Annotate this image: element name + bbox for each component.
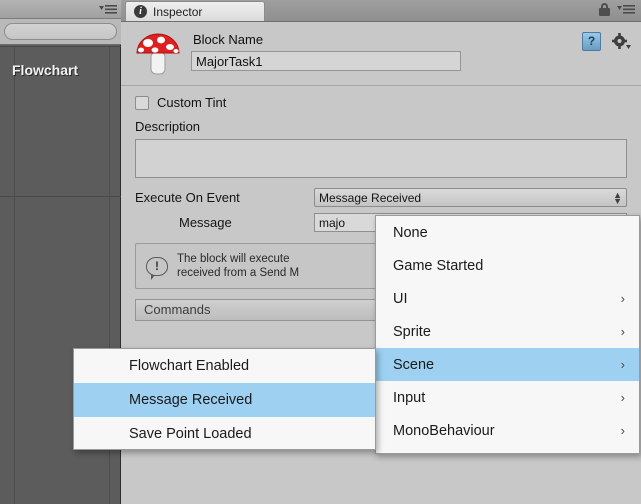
gear-icon[interactable] [611, 32, 631, 50]
event-menu-item-game-started[interactable]: Game Started [376, 249, 639, 282]
event-menu-item-scene[interactable]: Scene › [376, 348, 639, 381]
divider [0, 196, 121, 197]
info-help-text: The block will execute received from a S… [177, 252, 299, 280]
commands-label: Commands [144, 302, 211, 317]
hamburger-menu-icon[interactable] [99, 4, 117, 15]
event-menu-item-sprite[interactable]: Sprite › [376, 315, 639, 348]
event-menu-item-label: Sprite [393, 323, 431, 340]
chevron-right-icon: › [620, 291, 625, 306]
lock-icon[interactable] [599, 3, 610, 16]
chevron-right-icon: › [620, 423, 625, 438]
tab-inspector[interactable]: i Inspector [125, 1, 265, 21]
info-bubble-icon: ! [146, 256, 168, 280]
event-menu-item-label: UI [393, 290, 408, 307]
block-name-input[interactable]: MajorTask1 [191, 51, 461, 71]
scene-submenu-item-flowchart-enabled[interactable]: Flowchart Enabled [74, 349, 375, 383]
event-menu-item-label: Input [393, 389, 426, 406]
event-menu-item-ui[interactable]: UI › [376, 282, 639, 315]
description-label: Description [135, 119, 201, 134]
divider [14, 46, 15, 504]
flowchart-panel-toolbar [0, 0, 121, 19]
scene-submenu-item-label: Save Point Loaded [129, 426, 252, 442]
chevron-right-icon: › [620, 390, 625, 405]
hamburger-menu-icon[interactable] [617, 4, 635, 15]
info-help-line1: The block will execute [177, 253, 290, 265]
inspector-header: Block Name MajorTask1 ? [121, 22, 641, 86]
mushroom-icon [136, 33, 180, 75]
info-help-line2: received from a Send M [177, 267, 300, 279]
divider [0, 46, 121, 47]
custom-tint-row[interactable]: Custom Tint [135, 95, 226, 110]
chevron-right-icon: › [620, 357, 625, 372]
chevron-right-icon: › [620, 324, 625, 339]
scene-submenu-item-label: Message Received [129, 392, 253, 408]
scene-submenu-item-save-point-loaded[interactable]: Save Point Loaded [74, 417, 375, 451]
execute-on-event-menu[interactable]: None Game Started UI › Sprite › Scene › Input › Mo… [375, 215, 640, 454]
event-menu-item-monobehaviour[interactable]: MonoBehaviour › [376, 414, 639, 447]
scene-submenu-item-message-received[interactable]: Message Received [74, 383, 375, 417]
scene-submenu-item-label: Flowchart Enabled [129, 358, 250, 374]
execute-on-event-dropdown[interactable]: Message Received ▲ ▼ [314, 188, 627, 207]
message-label: Message [179, 215, 232, 230]
event-menu-item-label: None [393, 224, 428, 241]
description-textarea[interactable] [135, 139, 627, 178]
event-menu-item-input[interactable]: Input › [376, 381, 639, 414]
block-name-label: Block Name [193, 32, 264, 47]
event-menu-item-label: Scene [393, 356, 435, 373]
inspector-tabstrip-actions [599, 3, 635, 16]
inspector-tabstrip: i Inspector [121, 0, 641, 21]
custom-tint-checkbox[interactable] [135, 95, 149, 110]
execute-on-event-value: Message Received [319, 191, 422, 205]
updown-arrows-icon: ▲ ▼ [613, 190, 622, 206]
flowchart-search-bar [0, 19, 121, 45]
tab-inspector-label: Inspector [153, 4, 203, 19]
event-menu-item-label: MonoBehaviour [393, 422, 495, 439]
execute-on-event-label: Execute On Event [135, 190, 240, 205]
event-menu-item-label: Game Started [393, 257, 484, 274]
event-menu-item-none[interactable]: None [376, 216, 639, 249]
scene-submenu[interactable]: Flowchart Enabled Message Received Save Po… [73, 348, 376, 450]
custom-tint-label: Custom Tint [157, 95, 227, 110]
help-book-icon[interactable]: ? [582, 32, 601, 51]
info-circle-icon: i [134, 5, 147, 18]
search-input[interactable] [4, 23, 117, 40]
flowchart-title: Flowchart [12, 62, 79, 78]
execute-on-event-row: Execute On Event Message Received ▲ ▼ [135, 188, 627, 209]
